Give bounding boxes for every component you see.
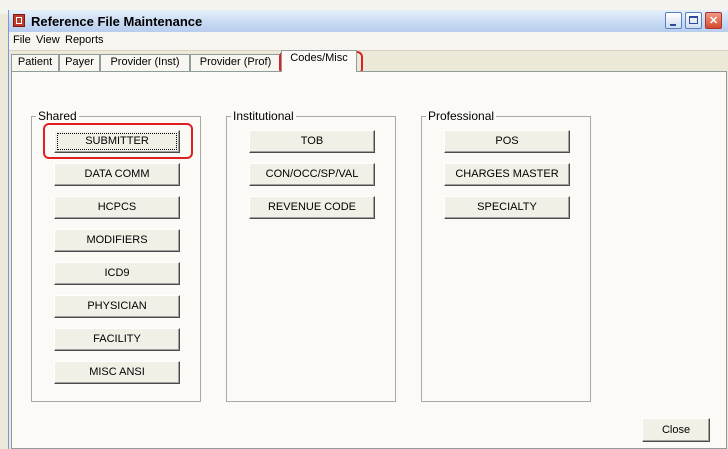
submitter-button[interactable]: SUBMITTER	[54, 130, 180, 153]
institutional-legend: Institutional	[231, 109, 296, 123]
icd9-button[interactable]: ICD9	[54, 262, 180, 285]
tab-patient[interactable]: Patient	[11, 54, 59, 71]
specialty-button[interactable]: SPECIALTY	[444, 196, 570, 219]
menu-file[interactable]: File	[13, 34, 31, 46]
misc-ansi-button[interactable]: MISC ANSI	[54, 361, 180, 384]
shared-group: Shared SUBMITTER DATA COMM HCPCS MODIFIE…	[31, 109, 201, 402]
close-button[interactable]: Close	[642, 418, 710, 442]
shared-legend: Shared	[36, 109, 79, 123]
window-title: Reference File Maintenance	[31, 14, 203, 29]
con-occ-sp-val-button[interactable]: CON/OCC/SP/VAL	[249, 163, 375, 186]
maximize-icon[interactable]	[685, 12, 702, 29]
professional-group: Professional POS CHARGES MASTER SPECIALT…	[421, 109, 591, 402]
modifiers-button[interactable]: MODIFIERS	[54, 229, 180, 252]
tab-provider-prof[interactable]: Provider (Prof)	[190, 54, 281, 71]
hcpcs-button[interactable]: HCPCS	[54, 196, 180, 219]
institutional-group: Institutional TOB CON/OCC/SP/VAL REVENUE…	[226, 109, 396, 402]
data-comm-button[interactable]: DATA COMM	[54, 163, 180, 186]
menu-view[interactable]: View	[36, 34, 60, 46]
title-bar[interactable]: Reference File Maintenance	[9, 10, 728, 32]
menu-reports[interactable]: Reports	[65, 34, 104, 46]
close-window-icon[interactable]	[705, 12, 722, 29]
tob-button[interactable]: TOB	[249, 130, 375, 153]
revenue-code-button[interactable]: REVENUE CODE	[249, 196, 375, 219]
physician-button[interactable]: PHYSICIAN	[54, 295, 180, 318]
tab-strip: Patient Payer Provider (Inst) Provider (…	[9, 50, 728, 72]
facility-button[interactable]: FACILITY	[54, 328, 180, 351]
charges-master-button[interactable]: CHARGES MASTER	[444, 163, 570, 186]
codes-misc-panel: Shared SUBMITTER DATA COMM HCPCS MODIFIE…	[11, 71, 727, 449]
tab-provider-inst[interactable]: Provider (Inst)	[100, 54, 190, 71]
professional-legend: Professional	[426, 109, 497, 123]
minimize-icon[interactable]	[665, 12, 682, 29]
menu-bar: File View Reports	[9, 32, 728, 51]
app-icon	[13, 14, 25, 27]
tab-codes-misc[interactable]: Codes/Misc	[281, 50, 357, 72]
reference-file-window: Reference File Maintenance File View Rep…	[8, 10, 728, 449]
tab-payer[interactable]: Payer	[59, 54, 100, 71]
pos-button[interactable]: POS	[444, 130, 570, 153]
